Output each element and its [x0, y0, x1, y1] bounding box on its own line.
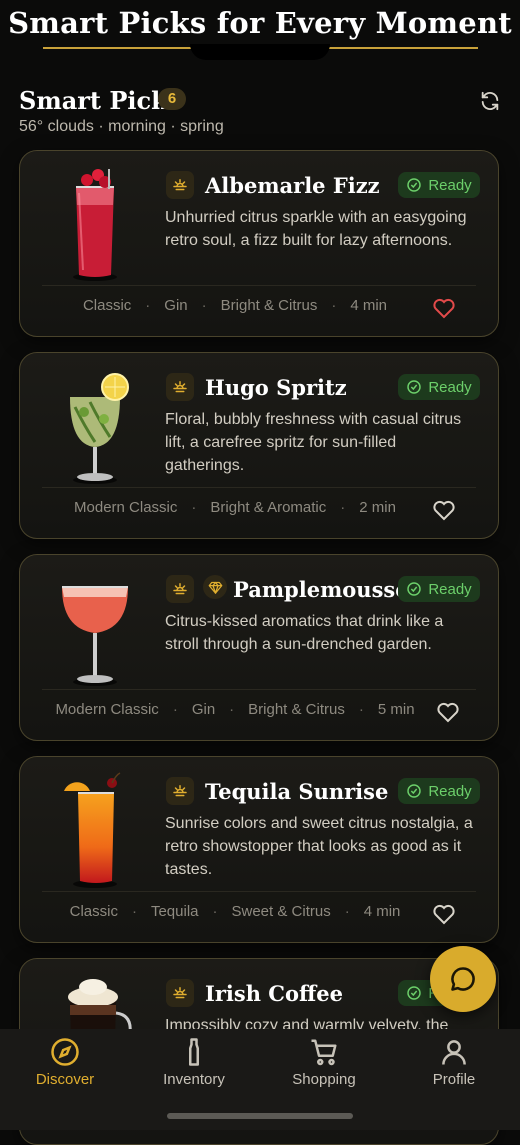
tab-shopping[interactable]: Shopping — [269, 1037, 379, 1088]
cart-icon — [311, 1039, 337, 1066]
tab-inventory[interactable]: Inventory — [139, 1037, 249, 1088]
meta-spirit: Gin — [164, 297, 188, 314]
drink-description: Unhurried citrus sparkle with an easygoi… — [165, 209, 467, 249]
meta-style: Classic — [82, 297, 132, 314]
banner-title: Smart Picks for Every Moment — [8, 6, 512, 40]
bottle-icon — [189, 1038, 199, 1066]
meta-time: 4 min — [350, 297, 388, 314]
tab-discover[interactable]: Discover — [10, 1037, 120, 1088]
recipe-card[interactable]: Hugo Spritz Ready Floral, bubbly freshne… — [19, 352, 499, 539]
status-badge: Ready — [398, 172, 480, 198]
tab-label: Profile — [432, 1071, 476, 1088]
drink-meta: Classic · Gin · Bright & Citrus · 4 min — [82, 297, 388, 314]
meta-flavor: Bright & Citrus — [220, 297, 318, 314]
meta-spirit: Gin — [191, 701, 216, 718]
compass-icon — [51, 1038, 79, 1066]
diamond-icon — [203, 575, 227, 599]
drink-meta: Modern Classic · Bright & Aromatic · 2 min — [74, 499, 396, 516]
drink-meta: Classic · Tequila · Sweet & Citrus · 4 min — [69, 903, 401, 920]
drink-image — [50, 367, 140, 487]
meta-style: Classic — [69, 903, 118, 920]
tab-profile[interactable]: Profile — [399, 1037, 509, 1088]
device-notch — [190, 44, 330, 60]
drink-name: Irish Coffee — [205, 981, 343, 1006]
smart-pick-icon — [166, 979, 194, 1007]
smart-picks-header: Smart Picks 6 56° clouds · morning · spr… — [19, 84, 501, 140]
status-label: Ready — [428, 782, 472, 800]
drink-name: Tequila Sunrise — [205, 779, 389, 804]
drink-description: Sunrise colors and sweet citrus nostalgi… — [165, 815, 473, 878]
section-title: Smart Picks — [19, 86, 182, 115]
divider — [42, 689, 476, 690]
refresh-icon[interactable] — [479, 90, 501, 112]
drink-description: Citrus-kissed aromatics that drink like … — [165, 613, 444, 653]
chat-bubble-icon — [451, 967, 475, 991]
context-subtitle: 56° clouds · morning · spring — [19, 118, 224, 135]
status-label: Ready — [428, 176, 472, 194]
person-icon — [442, 1040, 466, 1065]
drink-image — [50, 165, 140, 285]
smart-pick-icon — [166, 777, 194, 805]
meta-style: Modern Classic — [55, 701, 159, 718]
drink-name: Albemarle Fizz — [205, 173, 380, 198]
divider — [42, 487, 476, 488]
home-indicator — [167, 1113, 353, 1119]
smart-pick-icon — [166, 171, 194, 199]
tab-label: Discover — [35, 1071, 95, 1088]
status-label: Ready — [428, 378, 472, 396]
drink-description: Floral, bubbly freshness with casual cit… — [165, 411, 462, 474]
recipe-card[interactable]: Albemarle Fizz Ready Unhurried citrus sp… — [19, 150, 499, 337]
meta-style: Modern Classic — [74, 499, 178, 516]
heart-icon[interactable] — [432, 499, 456, 521]
check-circle-icon — [407, 380, 422, 394]
smart-pick-icon — [166, 373, 194, 401]
divider — [42, 891, 476, 892]
count-badge: 6 — [158, 88, 186, 110]
check-circle-icon — [407, 582, 422, 596]
heart-icon[interactable] — [436, 701, 460, 723]
heart-icon[interactable] — [432, 903, 456, 925]
heart-icon[interactable] — [432, 297, 456, 319]
drink-name: Pamplemousse — [233, 577, 409, 602]
check-circle-icon — [407, 784, 422, 798]
meta-spirit: Tequila — [150, 903, 199, 920]
recipe-card[interactable]: Tequila Sunrise Ready Sunrise colors and… — [19, 756, 499, 943]
check-circle-icon — [407, 178, 422, 192]
meta-flavor: Sweet & Citrus — [231, 903, 331, 920]
drink-meta: Modern Classic · Gin · Bright & Citrus · 5 … — [55, 701, 415, 718]
status-badge: Ready — [398, 778, 480, 804]
drink-image — [50, 771, 140, 891]
check-circle-icon — [407, 986, 422, 1000]
meta-time: 5 min — [377, 701, 415, 718]
status-badge: Ready — [398, 576, 480, 602]
drink-name: Hugo Spritz — [205, 375, 347, 400]
tab-label: Shopping — [292, 1071, 356, 1088]
divider — [42, 285, 476, 286]
smart-pick-icon — [166, 575, 194, 603]
status-label: Ready — [428, 580, 472, 598]
status-badge: Ready — [398, 374, 480, 400]
meta-time: 4 min — [363, 903, 401, 920]
meta-flavor: Bright & Citrus — [248, 701, 345, 718]
recipe-card[interactable]: Pamplemousse Ready Citrus-kissed aromati… — [19, 554, 499, 741]
drink-image — [50, 569, 140, 689]
meta-time: 2 min — [359, 499, 396, 516]
chat-button[interactable] — [430, 946, 496, 1012]
tab-label: Inventory — [163, 1071, 225, 1088]
meta-flavor: Bright & Aromatic — [210, 499, 327, 516]
